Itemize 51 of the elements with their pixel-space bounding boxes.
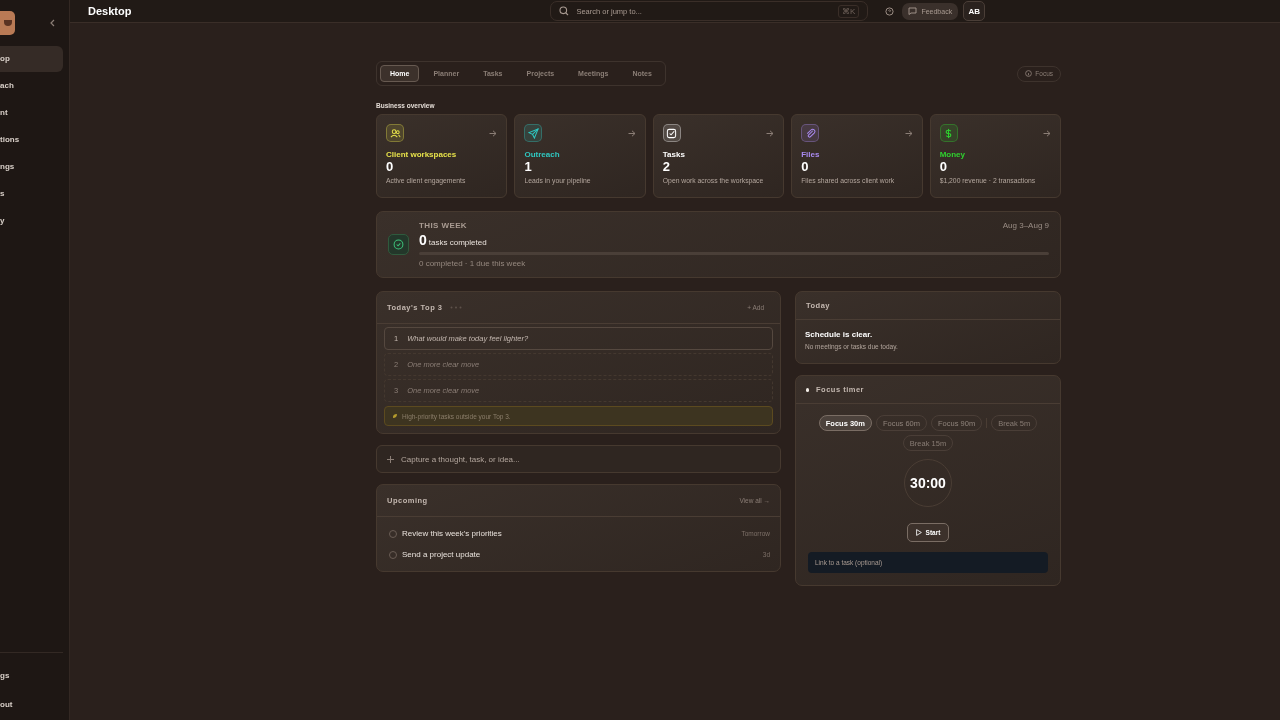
sidebar-item[interactable]: ach bbox=[0, 73, 69, 99]
card-value: 1 bbox=[524, 159, 533, 174]
capture-placeholder: Capture a thought, task, or idea... bbox=[401, 454, 520, 464]
dollar-icon bbox=[939, 124, 958, 142]
arrow-icon bbox=[627, 129, 636, 137]
card-value: 2 bbox=[662, 159, 672, 174]
message-icon bbox=[908, 7, 918, 15]
completed-count: 0 bbox=[419, 232, 427, 248]
arrow-icon bbox=[904, 129, 913, 137]
sidebar-item[interactable]: s bbox=[0, 181, 69, 207]
arrow-icon bbox=[489, 129, 498, 137]
card-value: 0 bbox=[386, 159, 395, 174]
card-label: Files bbox=[801, 150, 821, 159]
count-label: tasks completed bbox=[428, 238, 487, 247]
leaf-icon bbox=[392, 413, 398, 419]
arrow-icon bbox=[766, 129, 775, 137]
logo-icon bbox=[0, 11, 15, 35]
search-icon bbox=[559, 6, 570, 16]
date-range: Aug 3–Aug 9 bbox=[1002, 221, 1049, 230]
play-icon bbox=[915, 529, 922, 536]
sidebar-item[interactable]: gs bbox=[0, 663, 63, 689]
card-label: Tasks bbox=[662, 150, 686, 159]
shortcut-hint: ⌘K bbox=[838, 4, 860, 18]
sidebar-item[interactable]: ngs bbox=[0, 154, 69, 180]
help-icon[interactable] bbox=[885, 6, 895, 16]
task-title: Send a project update bbox=[402, 550, 481, 559]
week-summary: 0 completed · 1 due this week bbox=[419, 259, 527, 268]
sidebar-item[interactable]: y bbox=[0, 208, 69, 234]
page-title: Desktop bbox=[88, 5, 132, 17]
checkbox-icon bbox=[662, 124, 681, 142]
avatar-button[interactable]: AB bbox=[963, 1, 986, 21]
task-title: Review this week's priorities bbox=[402, 529, 502, 538]
card-value: 0 bbox=[939, 159, 948, 174]
sidebar-item[interactable]: tions bbox=[0, 127, 69, 153]
arrow-icon bbox=[1043, 129, 1052, 137]
sidebar-item[interactable]: out bbox=[0, 692, 63, 718]
sidebar-item[interactable]: nt bbox=[0, 100, 69, 126]
schedule-heading: Schedule is clear. bbox=[805, 330, 874, 339]
collapse-icon[interactable] bbox=[49, 19, 55, 27]
card-value: 0 bbox=[801, 159, 810, 174]
paper-plane-icon bbox=[524, 124, 543, 142]
card-label: Client workspaces bbox=[386, 150, 458, 159]
info-icon bbox=[1025, 70, 1033, 77]
week-label: THIS WEEK bbox=[419, 221, 468, 230]
card-label: Outreach bbox=[524, 150, 561, 159]
paperclip-icon bbox=[801, 124, 820, 142]
capture-field[interactable]: Capture a thought, task, or idea... bbox=[376, 445, 781, 473]
people-icon bbox=[386, 124, 404, 142]
sidebar-item[interactable]: op bbox=[0, 46, 63, 72]
card-label: Money bbox=[939, 150, 966, 159]
plus-icon bbox=[387, 455, 394, 463]
